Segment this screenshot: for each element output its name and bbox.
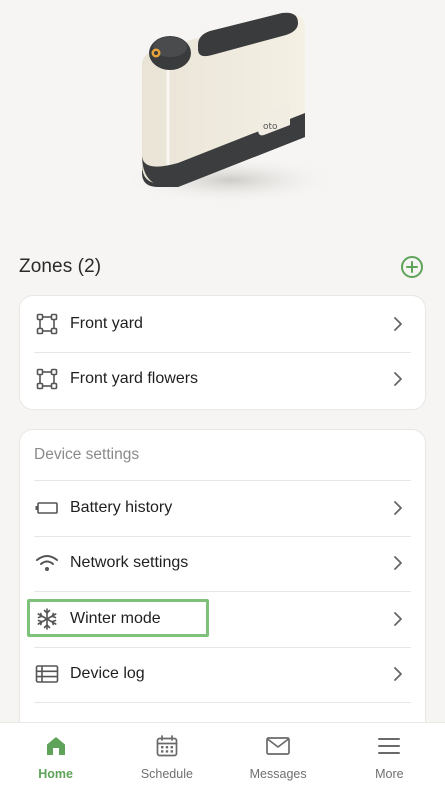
chevron-right-icon — [391, 316, 405, 331]
device-logo-text: oto — [263, 122, 278, 132]
device-settings-title: Device settings — [34, 446, 140, 463]
home-screen: oto Zones (2) Front yard Front yard flow… — [0, 0, 445, 800]
tab-label: Messages — [249, 767, 307, 781]
settings-item-network-settings[interactable]: Network settings — [20, 535, 425, 592]
zones-title: Zones (2) — [19, 256, 102, 277]
chevron-right-icon — [391, 611, 405, 626]
log-list-icon — [35, 662, 59, 686]
zone-label: Front yard flowers — [70, 370, 199, 388]
tab-label: Schedule — [140, 767, 193, 781]
settings-item-label: Winter mode — [70, 609, 161, 627]
tab-messages[interactable]: Messages — [223, 723, 334, 800]
chevron-right-icon — [391, 372, 405, 387]
zones-list: Front yard Front yard flowers — [19, 295, 426, 410]
tab-home[interactable]: Home — [0, 723, 111, 800]
device-settings-list: Device settings Battery history Network … — [19, 429, 426, 739]
settings-item-label: Battery history — [70, 498, 173, 516]
snowflake-icon — [35, 607, 59, 631]
home-icon — [43, 733, 69, 759]
settings-item-label: Device log — [70, 665, 145, 683]
settings-item-winter-mode[interactable]: Winter mode — [20, 591, 425, 647]
zones-header: Zones (2) — [19, 250, 426, 284]
tab-label: Home — [38, 767, 73, 781]
plus-circle-icon — [401, 256, 423, 278]
zone-item-front-yard[interactable]: Front yard — [20, 296, 425, 352]
bottom-tab-bar: Home Schedule Messages More — [0, 722, 445, 800]
zone-label: Front yard — [70, 314, 143, 332]
menu-icon — [376, 733, 402, 759]
zone-item-front-yard-flowers[interactable]: Front yard flowers — [20, 351, 425, 408]
tab-label: More — [375, 767, 404, 781]
zone-square-icon — [35, 312, 59, 336]
settings-item-label: Network settings — [70, 554, 189, 572]
add-zone-button[interactable] — [398, 253, 426, 281]
calendar-icon — [154, 733, 180, 759]
zone-square-icon — [35, 367, 59, 391]
chevron-right-icon — [391, 667, 405, 682]
chevron-right-icon — [391, 556, 405, 571]
battery-icon — [35, 496, 59, 520]
mail-icon — [265, 733, 291, 759]
tab-schedule[interactable]: Schedule — [111, 723, 222, 800]
settings-item-device-log[interactable]: Device log — [20, 646, 425, 703]
device-image: oto — [120, 12, 340, 204]
chevron-right-icon — [391, 500, 405, 515]
settings-item-battery-history[interactable]: Battery history — [20, 480, 425, 536]
tab-more[interactable]: More — [334, 723, 445, 800]
wifi-icon — [35, 551, 59, 575]
